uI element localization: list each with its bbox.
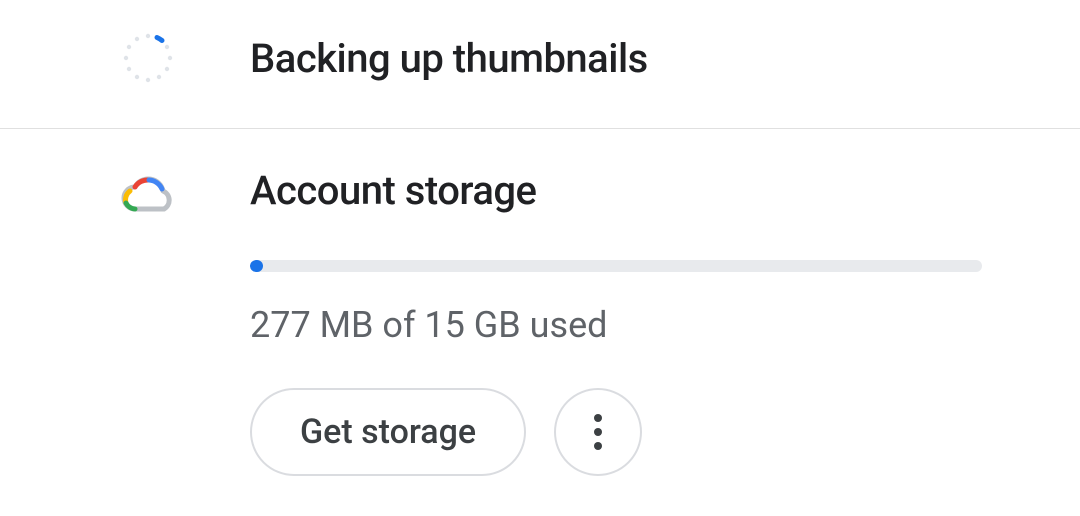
more-options-button[interactable] (554, 388, 642, 476)
storage-actions: Get storage (250, 388, 982, 476)
get-storage-button-label: Get storage (300, 412, 476, 452)
storage-progress-bar (250, 260, 982, 272)
storage-title: Account storage (250, 167, 982, 214)
cloud-storage-icon (120, 167, 176, 223)
get-storage-button[interactable]: Get storage (250, 388, 526, 476)
storage-usage-text: 277 MB of 15 GB used (250, 304, 982, 346)
loading-spinner-icon (120, 30, 176, 86)
backup-status-text: Backing up thumbnails (250, 35, 648, 82)
storage-body: Account storage 277 MB of 15 GB used Get… (250, 167, 1080, 476)
backup-status-row: Backing up thumbnails (0, 0, 1080, 128)
account-storage-section: Account storage 277 MB of 15 GB used Get… (0, 129, 1080, 476)
more-vertical-icon (594, 412, 602, 452)
storage-progress-fill (250, 260, 263, 272)
